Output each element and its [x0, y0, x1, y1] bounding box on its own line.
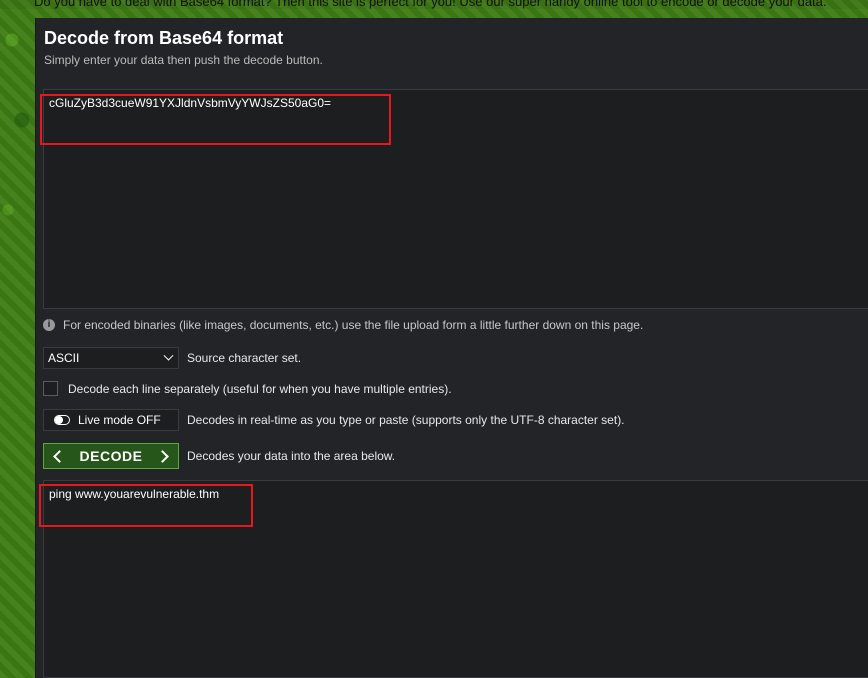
- decode-each-line-label: Decode each line separately (useful for …: [68, 381, 452, 396]
- output-highlight-box: [39, 484, 253, 527]
- decode-each-line-checkbox[interactable]: [43, 381, 58, 396]
- decode-button[interactable]: DECODE: [43, 443, 179, 469]
- site-intro-text: Do you have to deal with Base64 format? …: [0, 0, 868, 9]
- arrow-right-icon: [156, 449, 170, 463]
- info-icon: i: [43, 319, 55, 331]
- decode-button-label: DECODE: [79, 448, 143, 464]
- toggle-icon: [54, 415, 70, 425]
- page-title: Decode from Base64 format: [44, 28, 284, 48]
- file-upload-note: i For encoded binaries (like images, doc…: [43, 318, 643, 332]
- live-mode-row: Live mode OFF Decodes in real-time as yo…: [43, 409, 625, 431]
- each-line-row: Decode each line separately (useful for …: [43, 381, 452, 396]
- decode-description: Decodes your data into the area below.: [187, 449, 396, 463]
- charset-selected-value: ASCII: [48, 351, 80, 365]
- decode-row: DECODE Decodes your data into the area b…: [43, 443, 395, 469]
- file-upload-note-text: For encoded binaries (like images, docum…: [63, 318, 644, 332]
- arrow-left-icon: [52, 449, 66, 463]
- chevron-down-icon: [163, 350, 174, 361]
- live-mode-description: Decodes in real-time as you type or past…: [187, 413, 625, 427]
- input-highlight-box: [40, 94, 391, 145]
- page-subtitle: Simply enter your data then push the dec…: [44, 53, 323, 67]
- charset-row: ASCII Source character set.: [43, 347, 301, 369]
- live-mode-toggle-button[interactable]: Live mode OFF: [43, 409, 179, 431]
- live-mode-button-label: Live mode OFF: [78, 413, 161, 427]
- charset-select[interactable]: ASCII: [43, 347, 179, 369]
- charset-label: Source character set.: [187, 351, 302, 365]
